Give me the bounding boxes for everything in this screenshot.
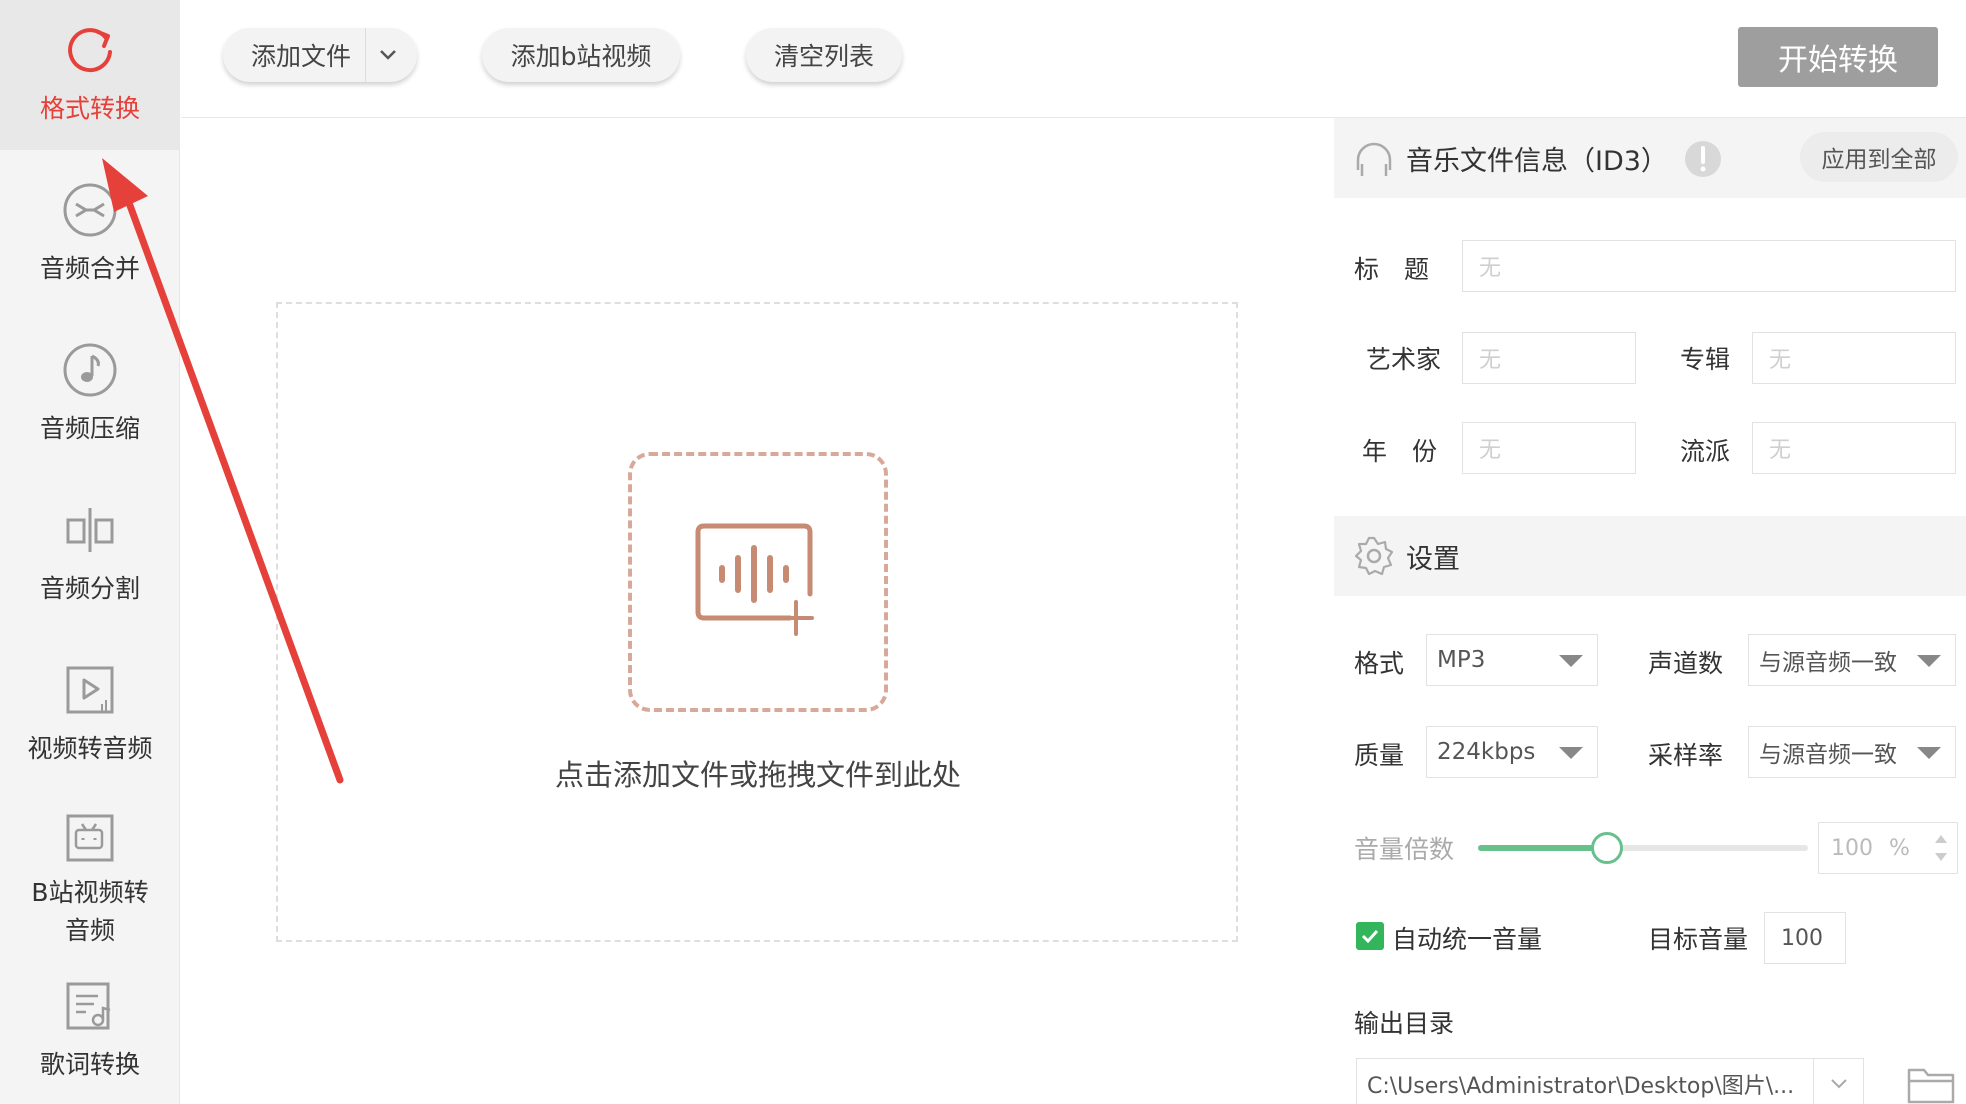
dropzone-hint: 点击添加文件或拖拽文件到此处 [554, 758, 961, 792]
samplerate-value: 与源音频一致 [1759, 742, 1897, 768]
volume-label: 音量倍数 [1354, 835, 1455, 864]
album-field[interactable]: 无 [1752, 332, 1956, 384]
music-note-icon [60, 340, 120, 400]
app-window: 格式转换 音频合并 音频压缩 音频分割 视频转音频 B站视频转 音频 歌词转换 … [0, 0, 1966, 1104]
channels-label: 声道数 [1648, 649, 1724, 678]
add-file-button[interactable]: 添加文件 [223, 28, 417, 82]
info-icon[interactable] [1684, 140, 1722, 178]
title-field[interactable]: 无 [1462, 240, 1956, 292]
lyrics-icon [60, 976, 120, 1036]
quality-value: 224kbps [1437, 739, 1536, 765]
volume-value: 100 [1831, 835, 1873, 861]
title-label: 标 题 [1354, 255, 1430, 284]
quality-label: 质量 [1354, 741, 1405, 770]
sidebar-item-lyrics-convert[interactable]: 歌词转换 [0, 962, 180, 1104]
genre-label: 流派 [1680, 437, 1731, 466]
auto-normalize-checkbox[interactable] [1356, 922, 1384, 950]
clear-list-button[interactable]: 清空列表 [746, 28, 902, 82]
add-bilibili-video-button[interactable]: 添加b站视频 [482, 28, 680, 82]
sidebar-item-audio-split[interactable]: 音频分割 [0, 480, 180, 630]
video-to-audio-icon [60, 660, 120, 720]
right-panel: 音乐文件信息（ID3） 应用到全部 标 题 无 艺术家 无 专辑 无 年 份 无… [1334, 118, 1966, 1104]
add-file-dropzone[interactable] [628, 452, 888, 712]
sidebar-item-audio-merge[interactable]: 音频合并 [0, 160, 180, 310]
volume-unit: % [1889, 835, 1910, 861]
audio-add-icon [695, 523, 814, 636]
volume-slider[interactable] [1478, 832, 1808, 864]
sidebar-item-label-line2: 音频 [64, 916, 115, 945]
gear-icon [1354, 536, 1394, 576]
volume-slider-thumb[interactable] [1590, 832, 1623, 864]
output-dir-label: 输出目录 [1354, 1009, 1455, 1038]
toolbar: 添加文件 添加b站视频 清空列表 [181, 0, 1966, 118]
target-volume-input[interactable]: 100 [1764, 912, 1846, 964]
sidebar-item-label-line1: B站视频转 [31, 878, 149, 907]
chevron-down-icon [1559, 655, 1583, 667]
sidebar-item-label: 视频转音频 [27, 734, 153, 763]
settings-section-title: 设置 [1406, 543, 1460, 575]
start-convert-button[interactable]: 开始转换 [1738, 27, 1938, 87]
apply-to-all-button[interactable]: 应用到全部 [1800, 132, 1958, 182]
samplerate-select[interactable]: 与源音频一致 [1748, 726, 1956, 778]
year-label: 年 份 [1362, 437, 1438, 466]
sidebar-item-label: 格式转换 [39, 94, 140, 123]
genre-field[interactable]: 无 [1752, 422, 1956, 474]
output-dir-value: C:\Users\Administrator\Desktop\图片\... [1367, 1074, 1795, 1099]
auto-normalize-label: 自动统一音量 [1392, 925, 1543, 954]
bilibili-tv-icon [60, 808, 120, 868]
chevron-down-icon [1917, 655, 1941, 667]
headphones-icon [1354, 138, 1394, 178]
sidebar-item-label: 音频合并 [39, 254, 140, 283]
spinner-icon[interactable] [1933, 831, 1949, 865]
sidebar-item-audio-compress[interactable]: 音频压缩 [0, 320, 180, 470]
sidebar-item-video-to-audio[interactable]: 视频转音频 [0, 640, 180, 790]
sidebar-item-label: 音频分割 [39, 574, 140, 603]
chevron-down-icon [1917, 747, 1941, 759]
samplerate-label: 采样率 [1648, 741, 1724, 770]
folder-icon[interactable] [1906, 1062, 1956, 1104]
split-icon [60, 500, 120, 560]
volume-slider-fill [1478, 845, 1607, 851]
quality-select[interactable]: 224kbps [1426, 726, 1598, 778]
sidebar-item-bilibili-to-audio[interactable]: B站视频转 音频 [0, 790, 180, 960]
format-value: MP3 [1437, 647, 1486, 673]
album-label: 专辑 [1680, 345, 1731, 374]
merge-icon [60, 180, 120, 240]
artist-field[interactable]: 无 [1462, 332, 1636, 384]
chevron-down-icon [1559, 747, 1583, 759]
sidebar-item-label: B站视频转 音频 [31, 874, 148, 950]
sidebar-item-format-convert[interactable]: 格式转换 [0, 0, 180, 150]
artist-label: 艺术家 [1366, 345, 1442, 374]
sidebar-item-label: 音频压缩 [39, 414, 140, 443]
id3-section-header: 音乐文件信息（ID3） 应用到全部 [1334, 118, 1966, 198]
id3-section-title: 音乐文件信息（ID3） [1406, 145, 1668, 177]
sidebar: 格式转换 音频合并 音频压缩 音频分割 视频转音频 B站视频转 音频 歌词转换 [0, 0, 180, 1104]
format-select[interactable]: MP3 [1426, 634, 1598, 686]
settings-section-header: 设置 [1334, 516, 1966, 596]
sidebar-item-label: 歌词转换 [39, 1050, 140, 1079]
check-icon [1361, 929, 1379, 944]
target-volume-label: 目标音量 [1648, 925, 1749, 954]
refresh-icon [60, 20, 120, 80]
add-file-label: 添加文件 [250, 42, 351, 71]
format-label: 格式 [1354, 649, 1405, 678]
chevron-down-icon[interactable] [1813, 1059, 1863, 1104]
volume-input[interactable]: 100 % [1818, 822, 1958, 874]
year-field[interactable]: 无 [1462, 422, 1636, 474]
channels-select[interactable]: 与源音频一致 [1748, 634, 1956, 686]
chevron-down-icon[interactable] [365, 28, 409, 82]
channels-value: 与源音频一致 [1759, 650, 1897, 676]
output-dir-field[interactable]: C:\Users\Administrator\Desktop\图片\... [1356, 1058, 1864, 1104]
